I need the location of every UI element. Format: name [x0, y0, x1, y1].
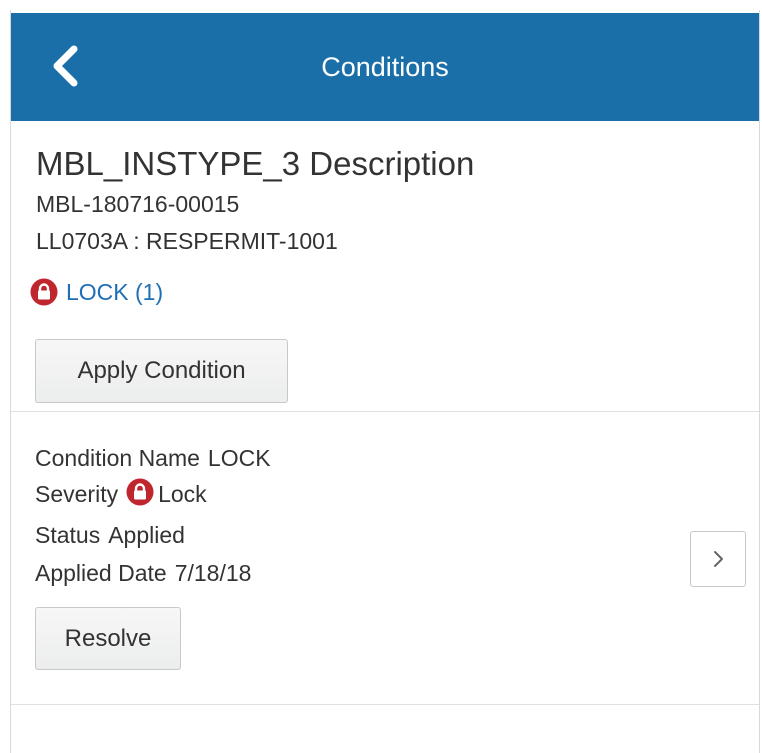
severity-value: Lock	[158, 481, 207, 507]
condition-name-row: Condition Name LOCK	[35, 445, 271, 472]
status-value: Applied	[108, 522, 185, 548]
lock-link-label: LOCK (1)	[66, 278, 164, 305]
condition-detail-button[interactable]	[690, 531, 746, 587]
page-title: Conditions	[321, 51, 449, 82]
chevron-right-icon	[714, 551, 723, 567]
severity-row: Severity Lock	[35, 478, 207, 508]
condition-name-value: LOCK	[207, 445, 271, 471]
divider	[11, 704, 759, 705]
severity-label: Severity	[35, 481, 119, 507]
lock-icon	[126, 478, 154, 505]
condition-name-label: Condition Name	[35, 445, 200, 471]
resolve-button[interactable]: Resolve	[35, 607, 181, 670]
lock-conditions-link[interactable]: LOCK (1)	[30, 278, 163, 306]
lock-icon	[30, 278, 58, 306]
frame-border	[759, 10, 760, 753]
record-id: MBL-180716-00015	[36, 191, 240, 217]
applied-date-row: Applied Date 7/18/18	[35, 560, 251, 587]
status-row: Status Applied	[35, 522, 185, 549]
applied-date-value: 7/18/18	[174, 560, 252, 586]
back-button[interactable]	[45, 41, 85, 91]
applied-date-label: Applied Date	[35, 560, 167, 586]
app-frame: Conditions MBL_INSTYPE_3 Description MBL…	[0, 0, 762, 753]
record-permit: LL0703A : RESPERMIT-1001	[36, 228, 338, 254]
header-bar: Conditions	[11, 13, 759, 121]
condition-list-item: Condition Name LOCK Severity Lock Status…	[11, 412, 759, 704]
chevron-left-icon	[53, 45, 78, 87]
status-label: Status	[35, 522, 101, 548]
record-title: MBL_INSTYPE_3 Description	[36, 145, 475, 182]
apply-condition-button[interactable]: Apply Condition	[35, 339, 288, 403]
record-summary: MBL_INSTYPE_3 Description MBL-180716-000…	[11, 121, 759, 411]
